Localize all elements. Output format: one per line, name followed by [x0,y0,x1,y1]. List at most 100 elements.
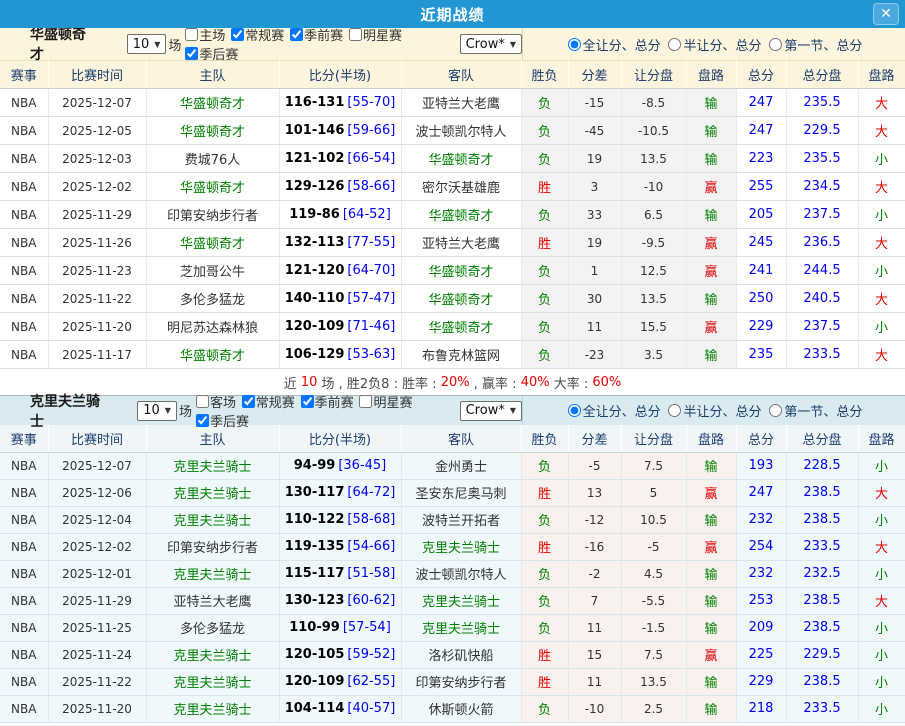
results-table-wizards: 赛事比赛时间主队比分(半场)客队胜负分差让分盘盘路总分总分盘盘路 NBA 202… [0,60,905,369]
point-diff-cell: -5 [568,452,621,479]
score-cell: 116-131[55-70] [279,89,401,117]
half-score: [64-52] [343,207,391,222]
over-under-cell: 大 [858,173,905,201]
close-button[interactable]: ✕ [873,3,899,25]
league-cell: NBA [0,641,48,668]
point-diff-cell: -12 [568,506,621,533]
total-line-cell: 237.5 [786,313,858,341]
filter-checkbox[interactable] [349,28,362,41]
final-score: 130-123 [285,593,345,608]
date-cell: 2025-12-03 [48,145,146,173]
filter-checkbox[interactable] [196,414,209,427]
table-row: NBA 2025-12-06 克里夫兰骑士 130-117[64-72] 圣安东… [0,479,905,506]
handicap-mode-radio[interactable] [769,38,782,51]
filter-checkbox-label: 客场 [210,392,236,411]
filter-checkbox[interactable] [231,28,244,41]
total-points-cell: 247 [736,479,786,506]
over-under-cell: 小 [858,506,905,533]
filter-checkbox[interactable] [185,47,198,60]
handicap-mode-radio[interactable] [668,404,681,417]
filter-checkbox-item: 季后赛 [194,411,249,430]
filter-checkbox[interactable] [242,395,255,408]
games-count-suffix: 场 [179,401,192,420]
date-cell: 2025-12-05 [48,117,146,145]
home-team-cell: 亚特兰大老鹰 [146,587,279,614]
team-name: 克里夫兰骑士 [30,391,109,431]
final-score: 120-109 [285,674,345,689]
header-row: 赛事比赛时间主队比分(半场)客队胜负分差让分盘盘路总分总分盘盘路 [0,425,905,452]
home-team-cell: 印第安纳步行者 [146,533,279,560]
half-score: [64-72] [347,485,395,500]
score-cell: 119-135[54-66] [279,533,401,560]
filter-checkbox[interactable] [359,395,372,408]
filter-checkbox[interactable] [290,28,303,41]
away-team-cell: 华盛顿奇才 [401,257,521,285]
total-line-cell: 229.5 [786,117,858,145]
filter-checkbox[interactable] [301,395,314,408]
score-cell: 119-86[64-52] [279,201,401,229]
date-cell: 2025-12-02 [48,533,146,560]
total-line-cell: 238.5 [786,668,858,695]
total-line-cell: 232.5 [786,560,858,587]
odds-company-select[interactable]: Crow* ▼ [460,34,522,54]
score-cell: 121-102[66-54] [279,145,401,173]
column-header: 比赛时间 [48,61,146,89]
table-body: NBA 2025-12-07 华盛顿奇才 116-131[55-70] 亚特兰大… [0,89,905,369]
final-score: 132-113 [285,235,345,250]
half-score: [58-68] [347,512,395,527]
away-team-cell: 洛杉矶快船 [401,641,521,668]
total-points-cell: 250 [736,285,786,313]
over-under-cell: 大 [858,533,905,560]
table-row: NBA 2025-12-05 华盛顿奇才 101-146[59-66] 波士顿凯… [0,117,905,145]
date-cell: 2025-11-29 [48,587,146,614]
games-count-select[interactable]: 10 ▼ [127,34,167,54]
total-line-cell: 235.5 [786,145,858,173]
total-line-cell: 238.5 [786,614,858,641]
column-header: 胜负 [521,425,568,452]
league-cell: NBA [0,560,48,587]
point-diff-cell: 33 [568,201,621,229]
handicap-line-cell: 5 [621,479,686,506]
odds-company-select[interactable]: Crow* ▼ [460,401,522,421]
title-bar: 近期战绩 ✕ [0,0,905,28]
home-team-cell: 明尼苏达森林狼 [146,313,279,341]
total-points-cell: 247 [736,89,786,117]
handicap-mode-radio[interactable] [568,38,581,51]
result-cell: 负 [521,587,568,614]
score-cell: 130-123[60-62] [279,587,401,614]
score-cell: 130-117[64-72] [279,479,401,506]
filter-checkbox[interactable] [185,28,198,41]
handicap-mode-radio[interactable] [668,38,681,51]
date-cell: 2025-12-04 [48,506,146,533]
total-points-cell: 241 [736,257,786,285]
total-line-cell: 238.5 [786,587,858,614]
dropdown-arrow-icon: ▼ [510,40,516,49]
half-score: [71-46] [347,319,395,334]
point-diff-cell: 3 [568,173,621,201]
point-diff-cell: -15 [568,89,621,117]
final-score: 121-120 [285,263,345,278]
away-team-cell: 布鲁克林篮网 [401,341,521,369]
score-cell: 132-113[77-55] [279,229,401,257]
games-count-suffix: 场 [168,35,181,54]
games-count-select[interactable]: 10 ▼ [137,401,177,421]
table-row: NBA 2025-12-02 印第安纳步行者 119-135[54-66] 克里… [0,533,905,560]
filter-checkbox[interactable] [196,395,209,408]
home-team-cell: 克里夫兰骑士 [146,452,279,479]
filter-left: 克里夫兰骑士 10 ▼ 场 客场 [0,396,522,425]
handicap-mode-radio[interactable] [769,404,782,417]
result-cell: 负 [521,560,568,587]
over-under-cell: 大 [858,479,905,506]
table-row: NBA 2025-11-24 克里夫兰骑士 120-105[59-52] 洛杉矶… [0,641,905,668]
filter-checkbox-label: 季前赛 [315,392,354,411]
result-cell: 负 [521,506,568,533]
handicap-result-cell: 输 [686,560,736,587]
final-score: 94-99 [294,458,336,473]
handicap-mode-radio[interactable] [568,404,581,417]
total-line-cell: 236.5 [786,229,858,257]
half-score: [66-54] [347,151,395,166]
league-cell: NBA [0,285,48,313]
away-team-cell: 波士顿凯尔特人 [401,560,521,587]
over-under-cell: 小 [858,641,905,668]
total-line-cell: 238.5 [786,479,858,506]
